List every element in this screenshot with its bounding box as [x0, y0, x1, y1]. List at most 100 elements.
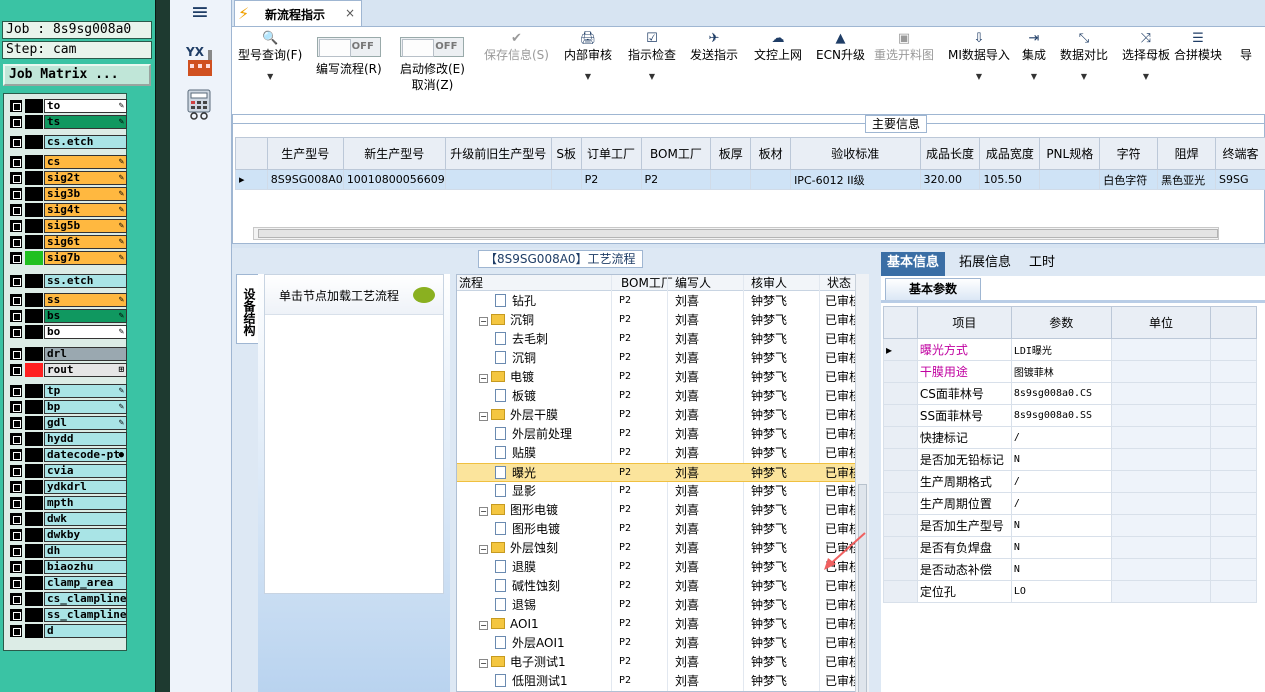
layer-edit-icon[interactable]: ✎ — [119, 401, 124, 413]
param-row[interactable]: ▸ 曝光方式 LDI曝光 — [883, 338, 1257, 361]
layer-row[interactable]: dh — [8, 544, 127, 558]
layer-row[interactable]: bp ✎ — [8, 400, 127, 414]
param-row[interactable]: 生产周期格式 / — [883, 470, 1257, 493]
layer-row[interactable]: drl — [8, 347, 127, 361]
layer-color-swatch[interactable] — [25, 274, 43, 288]
tree-node[interactable]: 外层前处理 — [495, 425, 611, 443]
toolbar-button[interactable]: 导 — [1240, 31, 1252, 63]
layer-name[interactable]: mpth — [44, 496, 127, 510]
layer-row[interactable]: sig7b ✎ — [8, 251, 127, 265]
layer-color-swatch[interactable] — [25, 325, 43, 339]
layer-color-swatch[interactable] — [25, 560, 43, 574]
layer-checkbox[interactable] — [10, 275, 22, 287]
param-value[interactable]: LDI曝光 — [1010, 338, 1112, 361]
layer-row[interactable]: ts ✎ — [8, 115, 127, 129]
layer-edit-icon[interactable]: ✎ — [119, 156, 124, 168]
layer-checkbox[interactable] — [10, 449, 22, 461]
layer-row[interactable]: to ✎ — [8, 99, 127, 113]
param-unit[interactable] — [1110, 558, 1212, 581]
toolbar-button[interactable]: ⤨ 选择母板 ▼ — [1122, 31, 1170, 85]
tree-row[interactable]: − 电子测试1 P2 刘喜 钟梦飞 已审核 — [457, 653, 855, 672]
layer-edit-icon[interactable]: ✎ — [119, 204, 124, 216]
toolbar-button[interactable]: OFF 编写流程(R) — [316, 37, 382, 77]
param-row[interactable]: 是否有负焊盘 N — [883, 536, 1257, 559]
layer-name[interactable]: sig3b ✎ — [44, 187, 127, 201]
tree-node[interactable]: 去毛刺 — [495, 330, 611, 348]
layer-color-swatch[interactable] — [25, 293, 43, 307]
tree-node[interactable]: − 电镀 — [479, 368, 611, 386]
layer-row[interactable]: cs ✎ — [8, 155, 127, 169]
toolbar-button[interactable]: ✈ 发送指示 — [690, 31, 738, 63]
column-header[interactable]: 阻焊 — [1157, 137, 1217, 170]
layer-checkbox[interactable] — [10, 577, 22, 589]
layer-name[interactable]: cs ✎ — [44, 155, 127, 169]
tree-node[interactable]: 退锡 — [495, 596, 611, 614]
toolbar-button[interactable]: ⤡ 数据对比 ▼ — [1060, 31, 1108, 85]
layer-color-swatch[interactable] — [25, 203, 43, 217]
tab-new-process[interactable]: ⚡ 新流程指示 × — [234, 0, 362, 26]
toolbar-button[interactable]: 🖨 内部审核 ▼ — [564, 31, 612, 85]
job-matrix-button[interactable]: Job Matrix ... — [3, 64, 151, 86]
collapse-icon[interactable]: − — [479, 412, 488, 421]
table-cell[interactable] — [444, 169, 552, 190]
layer-name[interactable]: ydkdrl — [44, 480, 127, 494]
layer-color-swatch[interactable] — [25, 464, 43, 478]
param-value[interactable]: N — [1010, 514, 1112, 537]
layer-name[interactable]: ss ✎ — [44, 293, 127, 307]
tree-column-header[interactable]: 核审人 — [751, 276, 787, 290]
param-row[interactable]: 生产周期位置 / — [883, 492, 1257, 515]
layer-checkbox[interactable] — [10, 204, 22, 216]
tree-row[interactable]: 外层AOI1 P2 刘喜 钟梦飞 已审核 — [457, 634, 855, 653]
tree-row[interactable]: 外层前处理 P2 刘喜 钟梦飞 已审核 — [457, 425, 855, 444]
layer-checkbox[interactable] — [10, 364, 22, 376]
layer-edit-icon[interactable]: ✎ — [119, 100, 124, 112]
layer-color-swatch[interactable] — [25, 528, 43, 542]
toggle-switch[interactable]: OFF — [400, 37, 465, 57]
layer-row[interactable]: dwkby — [8, 528, 127, 542]
layer-edit-icon[interactable]: ✎ — [119, 252, 124, 264]
tree-node[interactable]: − 沉铜 — [479, 311, 611, 329]
layer-row[interactable]: bs ✎ — [8, 309, 127, 323]
layer-checkbox[interactable] — [10, 545, 22, 557]
layer-color-swatch[interactable] — [25, 309, 43, 323]
layer-checkbox[interactable] — [10, 465, 22, 477]
layer-row[interactable]: ss_clampline — [8, 608, 127, 622]
toolbar-button[interactable]: ⇥ 集成 ▼ — [1022, 31, 1046, 85]
dropdown-arrow-icon[interactable]: ▼ — [238, 69, 302, 85]
param-row[interactable]: 是否加生产型号 N — [883, 514, 1257, 537]
layer-name[interactable]: d — [44, 624, 127, 638]
layer-row[interactable]: cs.etch — [8, 135, 127, 149]
toolbar-button[interactable]: ☑ 指示检查 ▼ — [628, 31, 676, 85]
yx-factory-icon[interactable]: YX — [184, 44, 216, 78]
toolbar-button[interactable]: ⇩ MI数据导入 ▼ — [948, 31, 1010, 85]
layer-checkbox[interactable] — [10, 481, 22, 493]
layer-checkbox[interactable] — [10, 609, 22, 621]
tree-row[interactable]: 碱性蚀刻 P2 刘喜 钟梦飞 已审核 — [457, 577, 855, 596]
column-header[interactable]: 验收标准 — [790, 137, 921, 170]
tree-row[interactable]: 贴膜 P2 刘喜 钟梦飞 已审核 — [457, 444, 855, 463]
toggle-switch[interactable]: OFF — [316, 37, 381, 57]
layer-checkbox[interactable] — [10, 529, 22, 541]
param-value[interactable]: N — [1010, 558, 1112, 581]
tree-row[interactable]: − 电镀 P2 刘喜 钟梦飞 已审核 — [457, 368, 855, 387]
tree-row[interactable]: 退锡 P2 刘喜 钟梦飞 已审核 — [457, 596, 855, 615]
table-cell[interactable]: 黑色亚光 — [1157, 169, 1217, 190]
param-unit[interactable] — [1110, 360, 1212, 383]
param-value[interactable]: N — [1010, 536, 1112, 559]
scroll-thumb[interactable] — [858, 484, 867, 692]
tree-row[interactable]: − 图形电镀 P2 刘喜 钟梦飞 已审核 — [457, 501, 855, 520]
tree-node[interactable]: 贴膜 — [495, 444, 611, 462]
param-row[interactable]: CS面菲林号 8s9sg008a0.CS — [883, 382, 1257, 405]
layer-checkbox[interactable] — [10, 236, 22, 248]
layer-checkbox[interactable] — [10, 433, 22, 445]
table-cell[interactable] — [550, 169, 582, 190]
column-header[interactable]: 终端客 — [1215, 137, 1265, 170]
layer-edit-icon[interactable]: ✎ — [119, 236, 124, 248]
table-cell[interactable]: 白色字符 — [1099, 169, 1159, 190]
tree-node[interactable]: 退膜 — [495, 558, 611, 576]
layer-color-swatch[interactable] — [25, 155, 43, 169]
param-row[interactable]: 是否动态补偿 N — [883, 558, 1257, 581]
collapse-icon[interactable]: − — [479, 545, 488, 554]
tree-column-header[interactable]: 流程 — [459, 276, 483, 290]
column-header[interactable]: 生产型号 — [266, 137, 344, 170]
